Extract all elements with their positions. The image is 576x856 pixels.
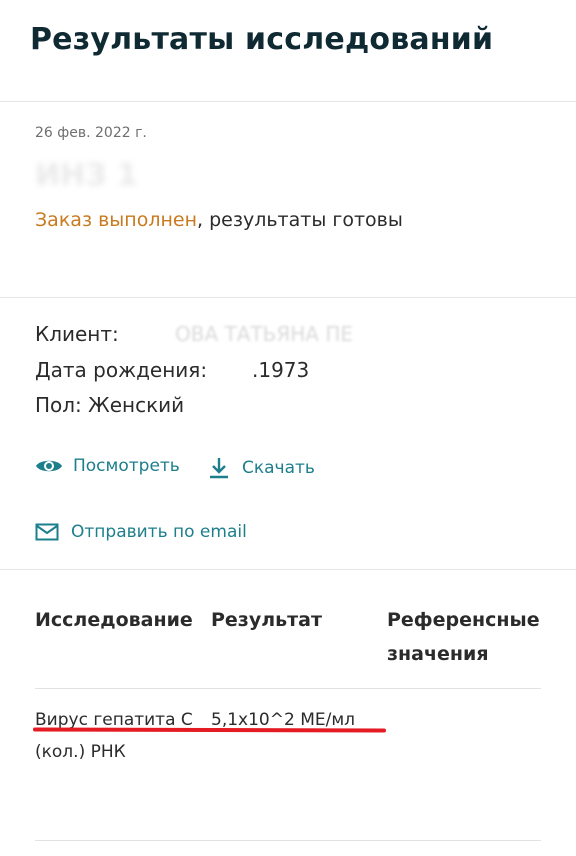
- client-name: ОВА ТАТЬЯНА ПЕ: [175, 322, 353, 346]
- email-button[interactable]: Отправить по email: [35, 522, 247, 542]
- header-divider: [0, 101, 576, 102]
- view-label: Посмотреть: [73, 456, 180, 476]
- column-header-test: Исследование: [35, 609, 193, 631]
- download-icon: [208, 456, 230, 480]
- view-button[interactable]: Посмотреть: [35, 456, 180, 476]
- order-divider: [0, 297, 576, 298]
- order-status-rest: , результаты готовы: [197, 209, 403, 231]
- table-row-test: Вирус гепатита С (кол.) РНК: [35, 710, 193, 762]
- column-header-reference: Референсные значения: [387, 609, 540, 665]
- download-label: Скачать: [242, 458, 315, 478]
- order-date: 26 фев. 2022 г.: [35, 125, 147, 141]
- page-title: Результаты исследований: [30, 22, 494, 57]
- order-status: Заказ выполнен, результаты готовы: [35, 209, 403, 231]
- dob-value: .1973: [252, 358, 310, 382]
- envelope-icon: [35, 523, 59, 541]
- eye-icon: [35, 457, 63, 475]
- gender-info: Пол: Женский: [35, 393, 185, 417]
- order-status-accent: Заказ выполнен: [35, 209, 198, 231]
- table-bottom-divider: [35, 840, 541, 841]
- column-header-result: Результат: [211, 609, 323, 631]
- email-label: Отправить по email: [71, 522, 247, 542]
- order-number: ИНЗ 1: [35, 158, 138, 193]
- client-label: Клиент:: [35, 322, 119, 346]
- dob-label: Дата рождения:: [35, 358, 208, 382]
- download-button[interactable]: Скачать: [208, 456, 315, 480]
- actions-divider: [0, 569, 576, 570]
- table-header-divider: [35, 688, 541, 689]
